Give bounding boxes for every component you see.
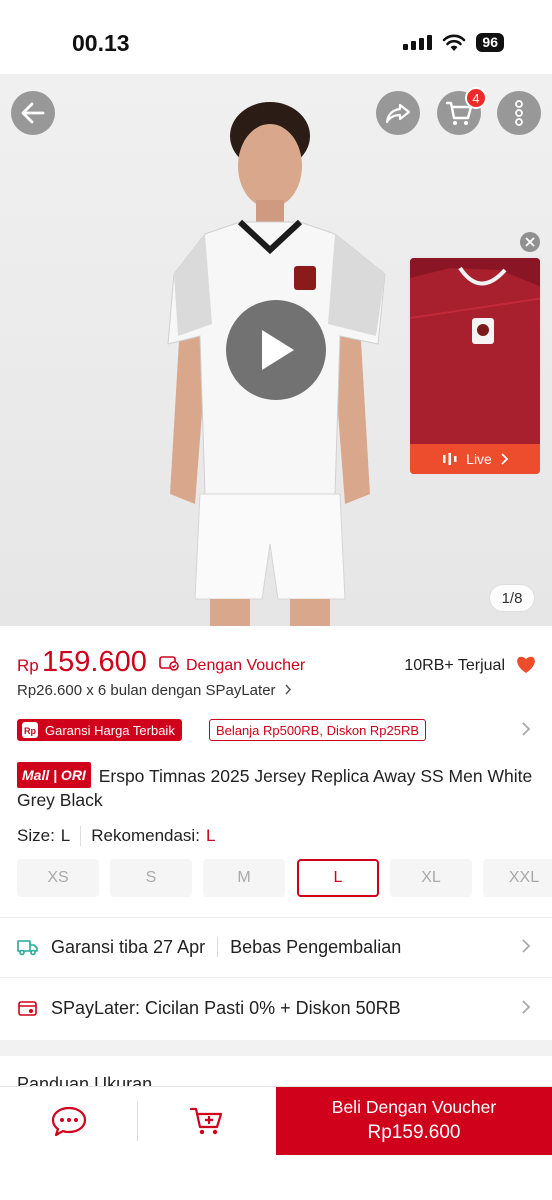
- svg-text:Rp: Rp: [24, 726, 36, 736]
- buy-with-voucher-button[interactable]: Beli Dengan Voucher Rp159.600: [276, 1087, 552, 1155]
- back-button[interactable]: [11, 91, 55, 135]
- chat-icon: [51, 1106, 87, 1137]
- cart-count-badge: 4: [465, 87, 487, 109]
- sold-count: 10RB+ Terjual: [404, 657, 505, 674]
- live-close-button[interactable]: [520, 232, 540, 252]
- size-option-xl[interactable]: XL: [390, 859, 472, 897]
- arrow-left-icon: [21, 102, 45, 124]
- more-options-button[interactable]: [497, 91, 541, 135]
- free-returns: Bebas Pengembalian: [230, 936, 402, 957]
- promo-label: Belanja Rp500RB, Diskon Rp25RB: [216, 722, 420, 738]
- status-time: 00.13: [72, 30, 130, 56]
- add-to-cart-icon: [189, 1107, 223, 1135]
- divider: [0, 917, 552, 918]
- shipping-row[interactable]: Garansi tiba 27 Apr Bebas Pengembalian: [17, 932, 537, 962]
- status-bar: 00.13 96: [0, 0, 552, 74]
- chevron-right-icon: [501, 453, 508, 465]
- voucher-icon: [159, 656, 179, 671]
- product-title-text: Erspo Timnas 2025 Jersey Replica Away SS…: [17, 766, 533, 810]
- cellular-signal-icon: [403, 35, 433, 50]
- price-value: 159.600: [42, 646, 147, 678]
- chevron-right-icon: [522, 939, 531, 953]
- shipping-arrival: Garansi tiba 27 Apr: [51, 936, 206, 957]
- bottom-action-bar: Beli Dengan Voucher Rp159.600: [0, 1086, 552, 1200]
- product-title: Mall | ORI Erspo Timnas 2025 Jersey Repl…: [17, 762, 537, 812]
- size-recommendation-label: Rekomendasi:: [91, 826, 200, 845]
- image-page-counter: 1/8: [489, 584, 535, 612]
- close-icon: [525, 237, 535, 247]
- buy-price: Rp159.600: [367, 1122, 461, 1143]
- play-icon: [262, 330, 294, 370]
- installment-text: Rp26.600 x 6 bulan dengan SPayLater: [17, 682, 276, 699]
- chevron-right-icon: [285, 684, 291, 695]
- size-option-xxl[interactable]: XXL: [483, 859, 552, 897]
- price-guarantee-icon: Rp: [22, 722, 38, 738]
- size-option-xs[interactable]: XS: [17, 859, 99, 897]
- chat-button[interactable]: [0, 1087, 138, 1155]
- size-option-m[interactable]: M: [203, 859, 285, 897]
- live-preview-image: [410, 258, 540, 448]
- live-label: Live: [466, 451, 492, 467]
- spaylater-icon: [18, 1001, 37, 1016]
- spaylater-text: SPayLater: Cicilan Pasti 0% + Diskon 50R…: [51, 997, 401, 1018]
- cart-button[interactable]: 4: [437, 87, 487, 135]
- live-stream-preview[interactable]: Live: [408, 256, 542, 476]
- more-vertical-icon: [515, 100, 523, 126]
- size-option-s[interactable]: S: [110, 859, 192, 897]
- product-media[interactable]: 4 Live 1/8: [0, 74, 552, 626]
- size-value: L: [60, 826, 71, 845]
- price-currency: Rp: [17, 656, 39, 675]
- chevron-right-icon[interactable]: [521, 721, 531, 737]
- size-option-l[interactable]: L: [297, 859, 379, 897]
- battery-indicator: 96: [476, 33, 504, 52]
- spaylater-row[interactable]: SPayLater: Cicilan Pasti 0% + Diskon 50R…: [17, 993, 537, 1023]
- live-bar[interactable]: Live: [410, 444, 540, 474]
- live-bars-icon: [443, 453, 457, 465]
- size-summary: Size: L Rekomendasi: L: [17, 826, 215, 846]
- chevron-right-icon: [522, 1000, 531, 1014]
- promo-discount-badge: Belanja Rp500RB, Diskon Rp25RB: [209, 719, 427, 741]
- size-options: XS S M L XL XXL: [17, 859, 552, 897]
- truck-icon: [17, 940, 38, 956]
- status-icons: 96: [403, 33, 504, 52]
- guarantee-badge: Rp Garansi Harga Terbaik: [17, 719, 182, 741]
- size-label: Size:: [17, 826, 55, 845]
- promo-badges[interactable]: Rp Garansi Harga Terbaik Belanja Rp500RB…: [17, 719, 537, 741]
- buy-label: Beli Dengan Voucher: [331, 1097, 497, 1117]
- section-divider: [0, 1040, 552, 1056]
- share-button[interactable]: [376, 91, 420, 135]
- mall-ori-tag: Mall | ORI: [17, 762, 91, 788]
- wifi-icon: [443, 34, 466, 51]
- voucher-label[interactable]: Dengan Voucher: [186, 657, 305, 675]
- heart-icon[interactable]: [515, 654, 537, 674]
- price-row: Rp 159.600 Dengan Voucher 10RB+ Terjual: [17, 646, 537, 680]
- share-icon: [385, 103, 411, 124]
- add-to-cart-button[interactable]: [138, 1087, 276, 1155]
- divider: [0, 977, 552, 978]
- guarantee-label: Garansi Harga Terbaik: [45, 722, 175, 738]
- installment-info[interactable]: Rp26.600 x 6 bulan dengan SPayLater: [17, 682, 292, 699]
- play-video-button[interactable]: [226, 300, 326, 400]
- size-recommendation-value: L: [205, 826, 216, 845]
